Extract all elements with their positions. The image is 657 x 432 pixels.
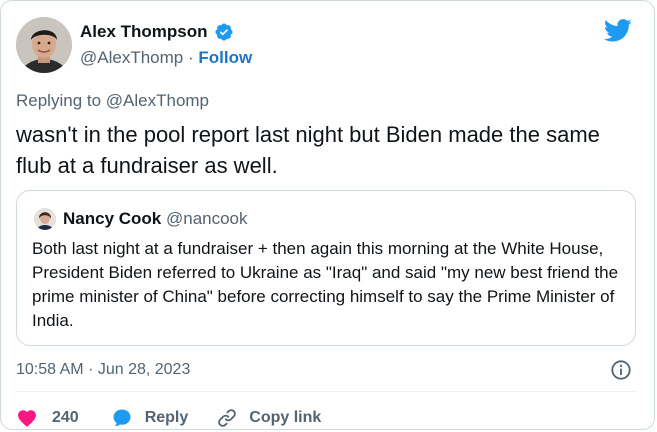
quoted-tweet[interactable]: Nancy Cook @nancook Both last night at a…: [16, 190, 636, 346]
info-icon[interactable]: [610, 359, 632, 381]
reply-context[interactable]: Replying to @AlexThomp: [16, 90, 209, 112]
divider: [16, 391, 636, 392]
copy-link-button[interactable]: Copy link: [216, 407, 321, 429]
like-count: 240: [52, 409, 79, 426]
copy-link-label: Copy link: [249, 409, 322, 426]
author-handle-row: @AlexThomp · Follow: [80, 47, 252, 69]
follow-button[interactable]: Follow: [198, 48, 252, 67]
quoted-author-avatar[interactable]: [34, 208, 56, 230]
link-icon: [218, 409, 237, 427]
reply-label: Reply: [144, 409, 189, 426]
handle-separator: ·: [187, 48, 194, 67]
quoted-author-handle[interactable]: @nancook: [166, 209, 248, 228]
author-handle[interactable]: @AlexThomp: [80, 48, 183, 67]
quoted-tweet-text: Both last night at a fundraiser + then a…: [32, 239, 619, 330]
tweet-text: wasn't in the pool report last night but…: [16, 122, 600, 178]
author-avatar[interactable]: [16, 17, 72, 73]
quoted-author-row: Nancy Cook @nancook: [63, 208, 248, 230]
verified-badge-icon: [214, 23, 233, 41]
like-button[interactable]: 240: [16, 407, 79, 429]
tweet-timestamp[interactable]: 10:58 AM · Jun 28, 2023: [16, 359, 190, 381]
reply-button[interactable]: Reply: [111, 407, 189, 429]
twitter-bird-icon[interactable]: [602, 16, 634, 44]
action-bar: 240 Reply Copy link: [16, 406, 321, 430]
heart-icon: [18, 410, 36, 427]
author-name-row[interactable]: Alex Thompson: [80, 21, 234, 43]
author-name[interactable]: Alex Thompson: [80, 21, 208, 43]
quoted-author-name[interactable]: Nancy Cook: [63, 209, 161, 228]
embedded-tweet-card: Alex Thompson @AlexThomp · Follow Replyi…: [0, 0, 655, 430]
quoted-author-avatar-image: [34, 208, 56, 230]
speech-bubble-icon: [113, 409, 131, 427]
author-avatar-image: [16, 17, 72, 73]
